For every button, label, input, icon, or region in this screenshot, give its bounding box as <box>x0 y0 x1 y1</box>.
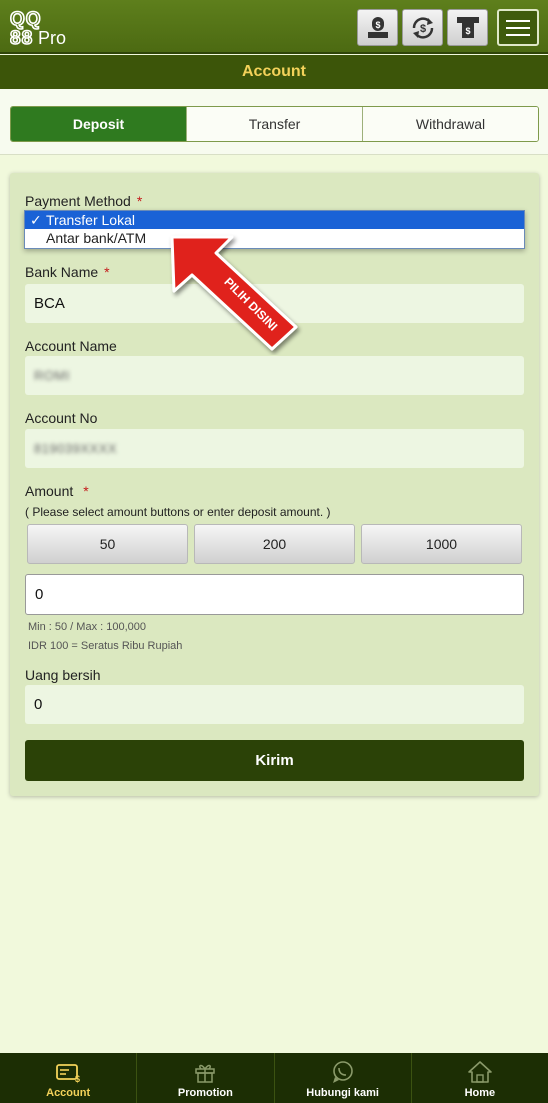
min-max-note: Min : 50 / Max : 100,000 <box>28 621 147 633</box>
tabs-area: Deposit Transfer Withdrawal <box>0 89 548 155</box>
checkmark-icon: ✓ <box>30 211 42 228</box>
svg-text:Pro: Pro <box>38 28 66 46</box>
amount-label: Amount * <box>25 483 89 499</box>
account-tabs: Deposit Transfer Withdrawal <box>10 106 539 142</box>
nav-home-label: Home <box>464 1087 496 1099</box>
amount-hint: ( Please select amount buttons or enter … <box>25 505 331 519</box>
nav-account[interactable]: $ Account <box>0 1053 136 1103</box>
nav-promotion-label: Promotion <box>177 1087 233 1099</box>
top-header: QQ 88 Pro $ $ $ <box>0 0 548 54</box>
amount-button-50[interactable]: 50 <box>27 524 188 564</box>
bottom-nav: $ Account Promotion Hubungi kami Home <box>0 1053 548 1103</box>
gift-icon <box>195 1064 216 1083</box>
logo[interactable]: QQ 88 Pro <box>10 8 100 46</box>
svg-text:QQ: QQ <box>10 9 42 30</box>
tab-withdrawal[interactable]: Withdrawal <box>362 107 538 141</box>
deposit-icon: $ <box>367 16 388 38</box>
account-name-field[interactable]: ROMI <box>25 356 524 395</box>
svg-text:$: $ <box>375 20 380 30</box>
bank-name-label: Bank Name * <box>25 264 110 280</box>
account-no-field[interactable]: 819039XXXX <box>25 429 524 468</box>
deposit-header-button[interactable]: $ <box>357 9 398 46</box>
nav-contact-label: Hubungi kami <box>306 1087 379 1099</box>
tab-deposit[interactable]: Deposit <box>11 107 186 141</box>
transfer-header-button[interactable]: $ <box>402 9 443 46</box>
payment-method-label: Payment Method * <box>25 193 143 209</box>
svg-text:88: 88 <box>10 28 33 46</box>
svg-text:$: $ <box>75 1074 80 1084</box>
pilih-disini-arrow: PILIH DISINI <box>170 235 298 351</box>
nav-contact[interactable]: Hubungi kami <box>273 1053 411 1103</box>
net-amount-label: Uang bersih <box>25 667 101 683</box>
withdraw-header-button[interactable]: $ <box>447 9 488 46</box>
tab-transfer[interactable]: Transfer <box>186 107 362 141</box>
whatsapp-icon <box>332 1061 353 1083</box>
menu-icon <box>506 19 530 22</box>
svg-text:$: $ <box>465 26 470 36</box>
nav-promotion[interactable]: Promotion <box>136 1053 273 1103</box>
withdraw-icon: $ <box>456 16 479 38</box>
idr-note: IDR 100 = Seratus Ribu Rupiah <box>28 640 183 652</box>
page-title: Account <box>0 55 548 89</box>
transfer-icon: $ <box>412 17 433 38</box>
nav-home[interactable]: Home <box>410 1053 548 1103</box>
nav-account-label: Account <box>46 1087 91 1099</box>
svg-text:$: $ <box>419 23 425 35</box>
menu-button[interactable] <box>497 9 539 46</box>
account-icon: $ <box>56 1064 80 1084</box>
amount-button-200[interactable]: 200 <box>194 524 355 564</box>
amount-button-1000[interactable]: 1000 <box>361 524 522 564</box>
submit-button[interactable]: Kirim <box>25 740 524 781</box>
amount-input[interactable]: 0 <box>25 574 524 615</box>
account-name-label: Account Name <box>25 338 117 354</box>
account-no-label: Account No <box>25 410 98 426</box>
home-icon <box>468 1061 492 1083</box>
net-amount-field: 0 <box>25 685 524 724</box>
